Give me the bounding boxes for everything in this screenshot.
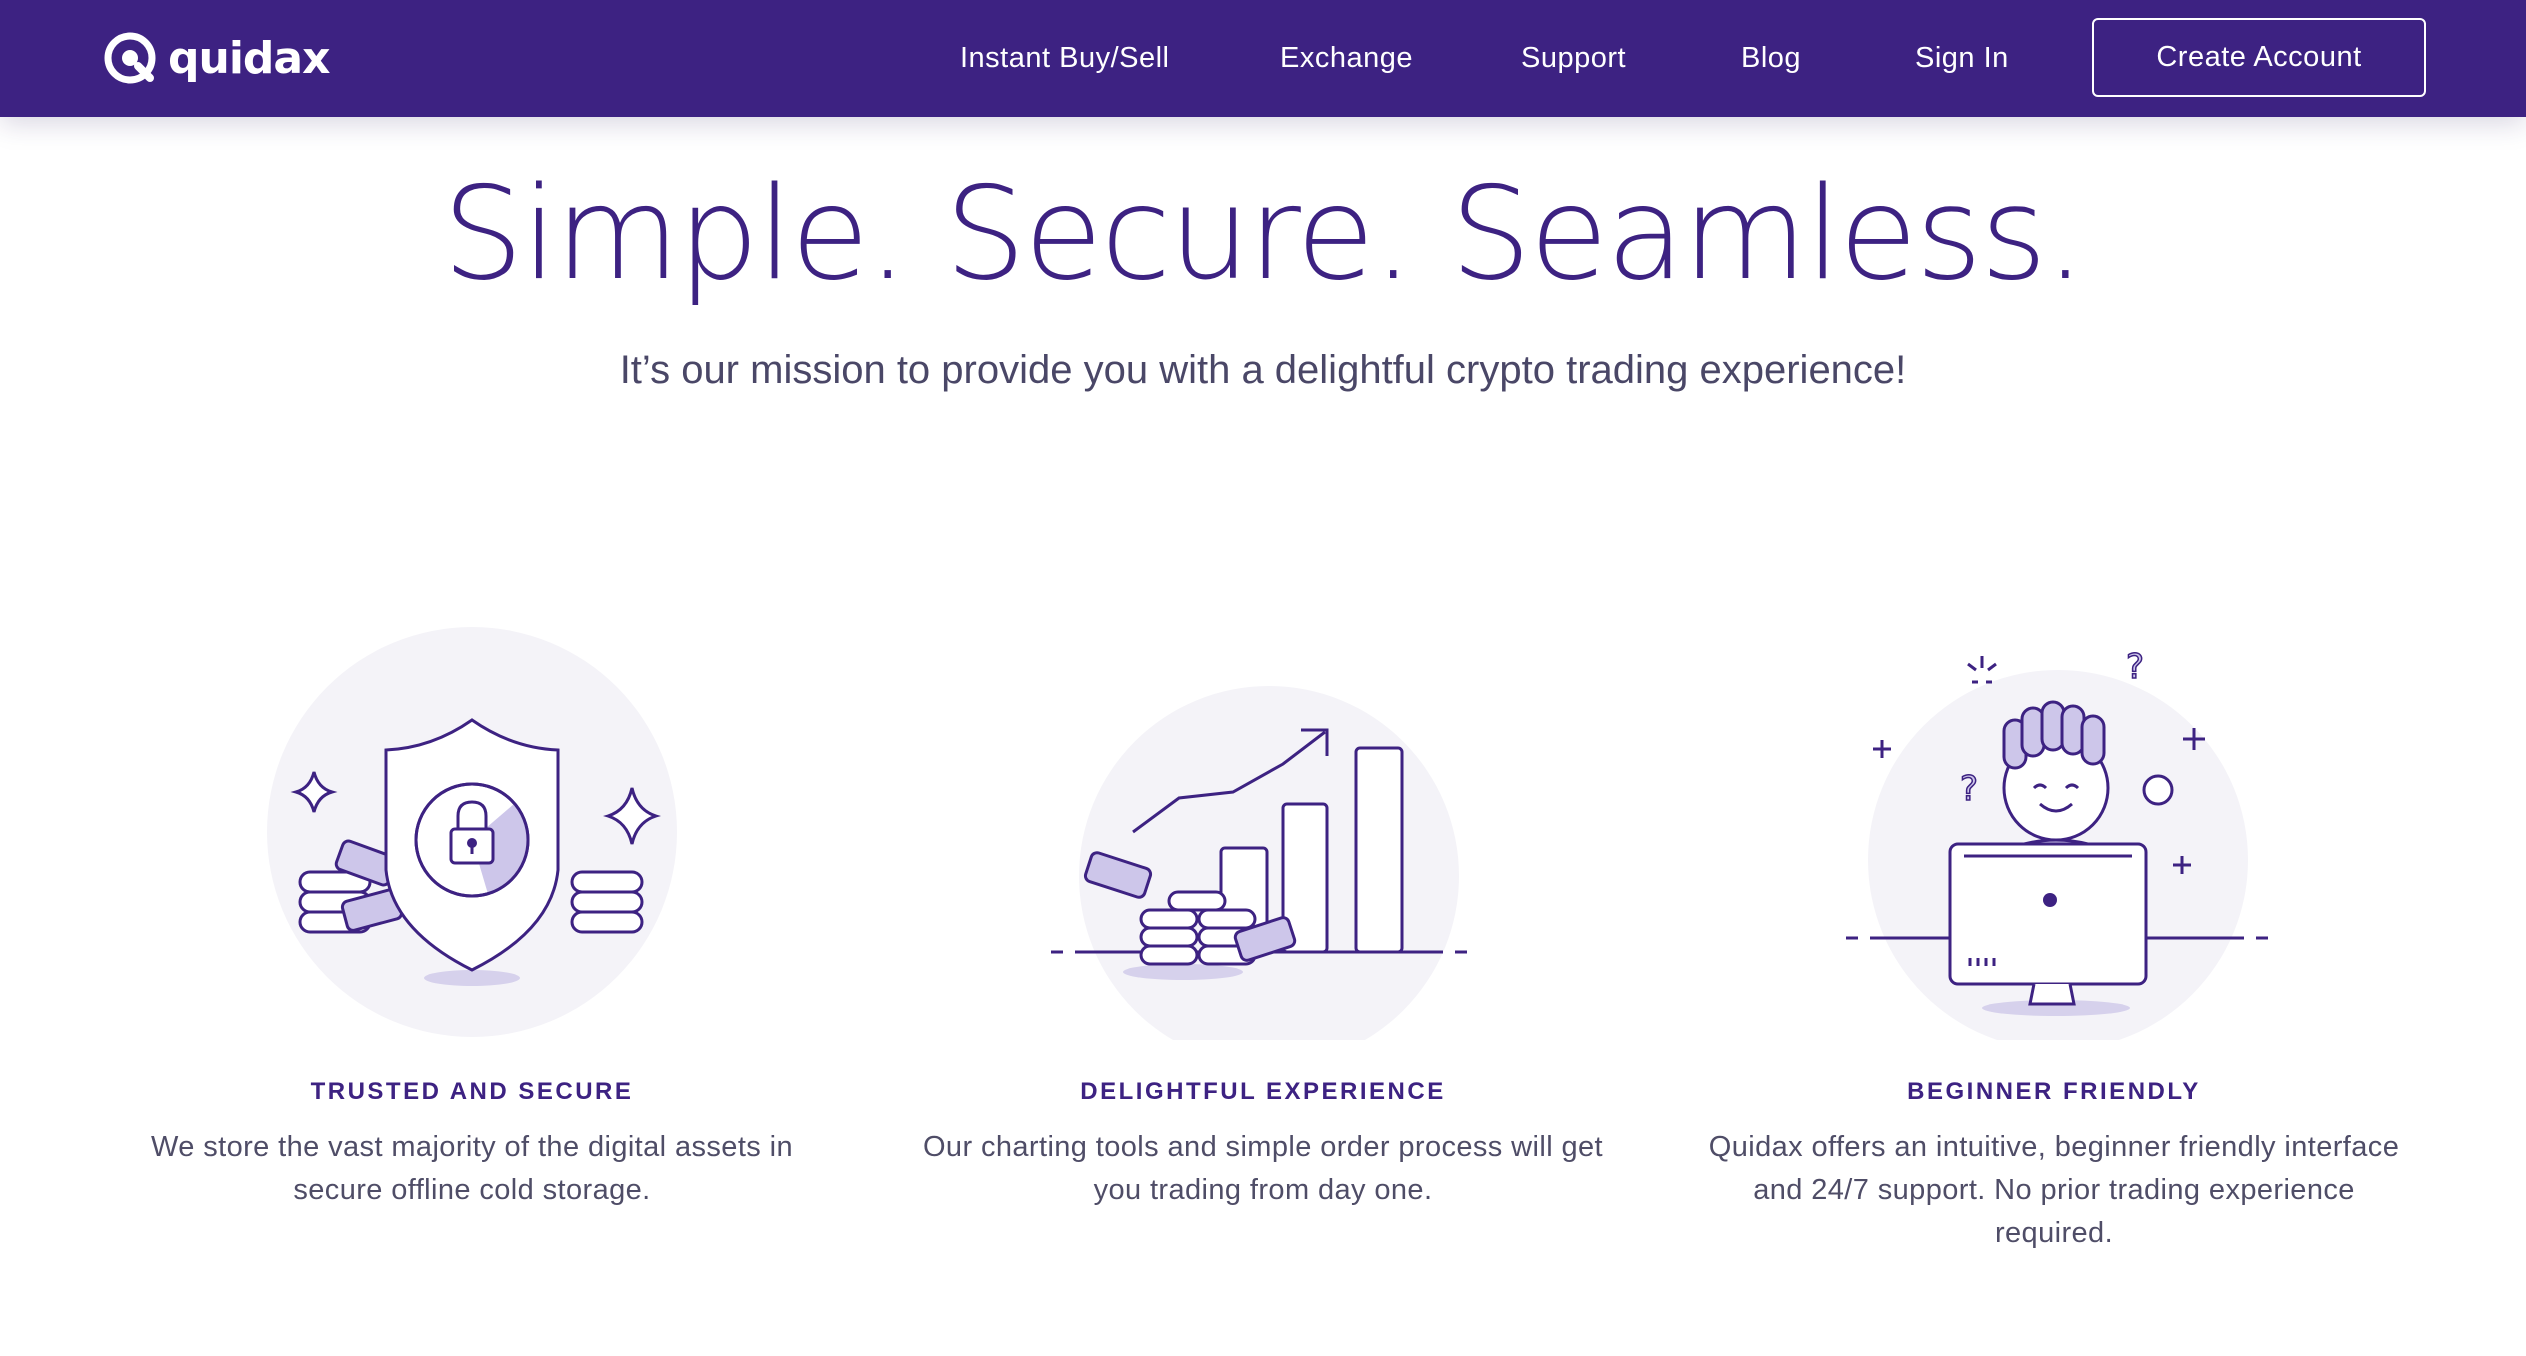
top-navbar: quidax Instant Buy/Sell Exchange Support… (0, 0, 2526, 117)
feature-title: BEGINNER FRIENDLY (1907, 1078, 2201, 1105)
nav-link-blog[interactable]: Blog (1741, 38, 1801, 78)
feature-trusted-secure: TRUSTED AND SECURE We store the vast maj… (92, 620, 852, 1206)
feature-description: Our charting tools and simple order proc… (922, 1131, 1604, 1206)
feature-beginner-friendly: ? ? BEGINNER FRIENDLY Quidax offers an i… (1674, 620, 2434, 1249)
feature-title: DELIGHTFUL EXPERIENCE (1080, 1078, 1446, 1105)
growth-chart-illustration (1051, 686, 1467, 1040)
svg-text:?: ? (2126, 647, 2144, 687)
logo-wordmark: quidax (168, 32, 330, 84)
feature-delightful-experience: DELIGHTFUL EXPERIENCE Our charting tools… (883, 620, 1643, 1206)
quidax-q-logo-icon (104, 32, 156, 84)
nav-link-instant-buy-sell[interactable]: Instant Buy/Sell (960, 38, 1170, 78)
nav-link-exchange[interactable]: Exchange (1280, 38, 1413, 78)
svg-text:?: ? (1960, 769, 1978, 809)
feature-title: TRUSTED AND SECURE (310, 1078, 634, 1105)
hero-title: Simple. Secure. Seamless. (442, 160, 2085, 309)
feature-description: We store the vast majority of the digita… (150, 1131, 794, 1206)
nav-link-support[interactable]: Support (1521, 38, 1626, 78)
create-account-button[interactable]: Create Account (2092, 18, 2426, 97)
quidax-logo[interactable]: quidax (104, 30, 330, 86)
hero-subtitle: It’s our mission to provide you with a d… (619, 348, 1907, 392)
nav-link-sign-in[interactable]: Sign In (1915, 38, 2009, 78)
feature-description: Quidax offers an intuitive, beginner fri… (1708, 1131, 2400, 1249)
person-computer-illustration: ? ? (1846, 646, 2268, 1040)
shield-lock-illustration (267, 627, 677, 1037)
